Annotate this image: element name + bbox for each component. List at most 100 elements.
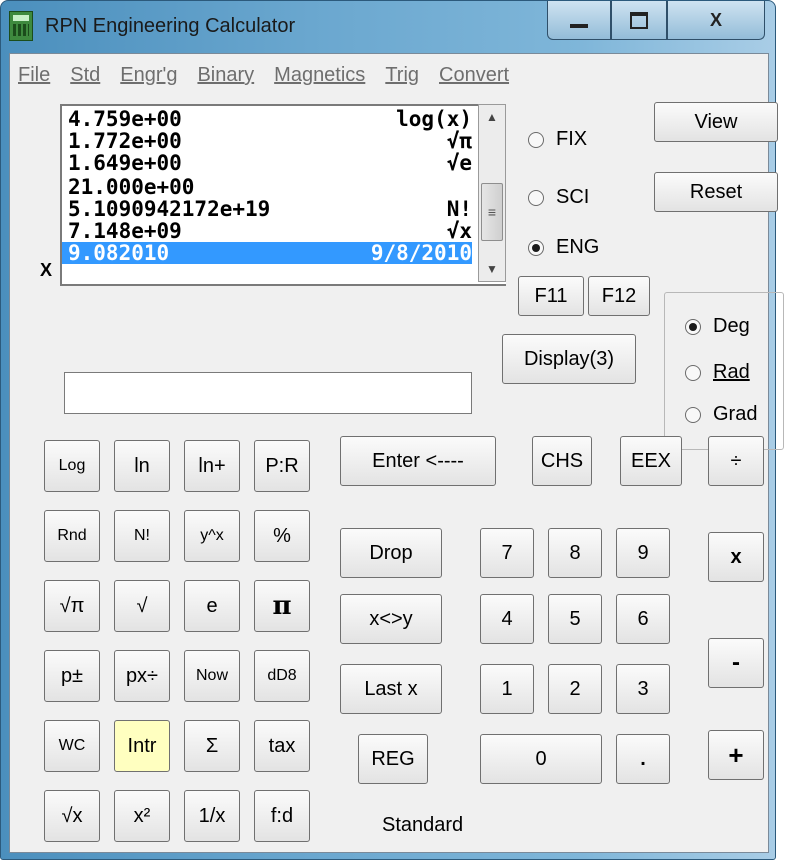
minimize-button[interactable] — [547, 1, 611, 40]
reciprocal-button[interactable]: 1/x — [184, 790, 240, 842]
power-button[interactable]: y^x — [184, 510, 240, 562]
ln-button[interactable]: ln — [114, 440, 170, 492]
radio-eng[interactable]: ENG — [528, 236, 599, 259]
maximize-button[interactable] — [611, 1, 667, 40]
p-plus-minus-button[interactable]: p± — [44, 650, 100, 702]
pi-button[interactable]: π — [254, 580, 310, 632]
window-title: RPN Engineering Calculator — [45, 15, 296, 37]
radio-deg[interactable]: Deg — [685, 315, 750, 338]
digit-2-button[interactable]: 2 — [548, 664, 602, 714]
x-register-label: X — [40, 260, 53, 280]
entry-input[interactable] — [64, 372, 472, 414]
scroll-thumb[interactable]: ≡ — [481, 183, 503, 241]
stack-op: log(x) — [396, 107, 472, 131]
factorial-button[interactable]: N! — [114, 510, 170, 562]
stack-value: 5.1090942172e+19 — [68, 197, 271, 221]
radio-sci-icon — [528, 189, 544, 206]
intr-button[interactable]: Intr — [114, 720, 170, 772]
menu-magnetics[interactable]: Magnetics — [266, 58, 373, 88]
digit-0-button[interactable]: 0 — [480, 734, 602, 784]
x-squared-button[interactable]: x² — [114, 790, 170, 842]
stack-row[interactable]: 1.649e+00 √e — [68, 152, 472, 174]
polar-rect-button[interactable]: P:R — [254, 440, 310, 492]
menu-std[interactable]: Std — [62, 58, 108, 88]
menu-binary[interactable]: Binary — [189, 58, 262, 88]
digit-8-button[interactable]: 8 — [548, 528, 602, 578]
f11-button[interactable]: F11 — [518, 276, 584, 316]
px-divide-button[interactable]: px÷ — [114, 650, 170, 702]
percent-button[interactable]: % — [254, 510, 310, 562]
view-button[interactable]: View — [654, 102, 778, 142]
stack-value: 7.148e+09 — [68, 219, 182, 243]
drop-button[interactable]: Drop — [340, 528, 442, 578]
radio-grad-label: Grad — [713, 403, 758, 425]
close-button[interactable]: X — [667, 1, 765, 40]
sqrt-x-button[interactable]: √x — [44, 790, 100, 842]
menu-convert[interactable]: Convert — [431, 58, 517, 88]
sqrt-button[interactable]: √ — [114, 580, 170, 632]
digit-1-button[interactable]: 1 — [480, 664, 534, 714]
radio-fix-icon — [528, 131, 544, 148]
radio-rad-label: Rad — [713, 361, 750, 383]
radio-grad-icon — [685, 406, 701, 423]
digit-7-button[interactable]: 7 — [480, 528, 534, 578]
radio-sci[interactable]: SCI — [528, 186, 589, 209]
eex-button[interactable]: EEX — [620, 436, 682, 486]
minus-button[interactable]: - — [708, 638, 764, 688]
swap-button[interactable]: x<>y — [340, 594, 442, 644]
minimize-icon — [570, 24, 588, 28]
rnd-button[interactable]: Rnd — [44, 510, 100, 562]
last-x-button[interactable]: Last x — [340, 664, 442, 714]
scroll-up-icon[interactable]: ▲ — [479, 105, 505, 129]
title-bar[interactable]: RPN Engineering Calculator X — [1, 1, 775, 53]
menu-engrg[interactable]: Engr'g — [112, 58, 185, 88]
reset-button[interactable]: Reset — [654, 172, 778, 212]
digit-9-button[interactable]: 9 — [616, 528, 670, 578]
mode-status: Standard — [382, 814, 464, 836]
stack-row[interactable]: 5.1090942172e+19 N! — [68, 198, 472, 220]
dd8-button[interactable]: dD8 — [254, 650, 310, 702]
stack-list[interactable]: 4.759e+00 log(x) 1.772e+00 √π 1.649e+00 √e … — [60, 104, 506, 286]
radio-rad[interactable]: Rad — [685, 361, 750, 384]
fraction-button[interactable]: f:d — [254, 790, 310, 842]
sigma-button[interactable]: Σ — [184, 720, 240, 772]
log-button[interactable]: Log — [44, 440, 100, 492]
stack-row[interactable]: 21.000e+00 — [68, 176, 472, 198]
stack-row[interactable]: 7.148e+09 √x — [68, 220, 472, 242]
caption-buttons: X — [547, 1, 769, 41]
stack-row[interactable]: 1.772e+00 √π — [68, 130, 472, 152]
stack-value: 21.000e+00 — [68, 175, 195, 199]
radio-sci-label: SCI — [556, 186, 590, 208]
sqrt-pi-button[interactable]: √π — [44, 580, 100, 632]
menu-trig[interactable]: Trig — [377, 58, 427, 88]
scroll-down-icon[interactable]: ▼ — [479, 257, 505, 281]
decimal-button[interactable]: . — [616, 734, 670, 784]
radio-fix[interactable]: FIX — [528, 128, 587, 151]
e-button[interactable]: e — [184, 580, 240, 632]
stack-row[interactable]: 4.759e+00 log(x) — [68, 108, 472, 130]
plus-button[interactable]: + — [708, 730, 764, 780]
radio-deg-label: Deg — [713, 315, 750, 337]
digit-3-button[interactable]: 3 — [616, 664, 670, 714]
f12-button[interactable]: F12 — [588, 276, 650, 316]
stack-row-selected[interactable]: 9.082010 9/8/2010 — [62, 242, 472, 264]
multiply-button[interactable]: x — [708, 532, 764, 582]
stack-scrollbar[interactable]: ▲ ≡ ▼ — [478, 104, 506, 282]
enter-button[interactable]: Enter <---- — [340, 436, 496, 486]
wc-button[interactable]: WC — [44, 720, 100, 772]
now-button[interactable]: Now — [184, 650, 240, 702]
menu-file[interactable]: File — [10, 58, 58, 88]
ln-plus-button[interactable]: ln+ — [184, 440, 240, 492]
radio-grad[interactable]: Grad — [685, 403, 757, 426]
reg-button[interactable]: REG — [358, 734, 428, 784]
digit-6-button[interactable]: 6 — [616, 594, 670, 644]
digit-4-button[interactable]: 4 — [480, 594, 534, 644]
display-button[interactable]: Display(3) — [502, 334, 636, 384]
digit-5-button[interactable]: 5 — [548, 594, 602, 644]
stack-op: √π — [446, 129, 472, 153]
chs-button[interactable]: CHS — [532, 436, 592, 486]
divide-button[interactable]: ÷ — [708, 436, 764, 486]
radio-deg-icon — [685, 318, 701, 335]
stack-value: 9.082010 — [68, 241, 170, 265]
tax-button[interactable]: tax — [254, 720, 310, 772]
